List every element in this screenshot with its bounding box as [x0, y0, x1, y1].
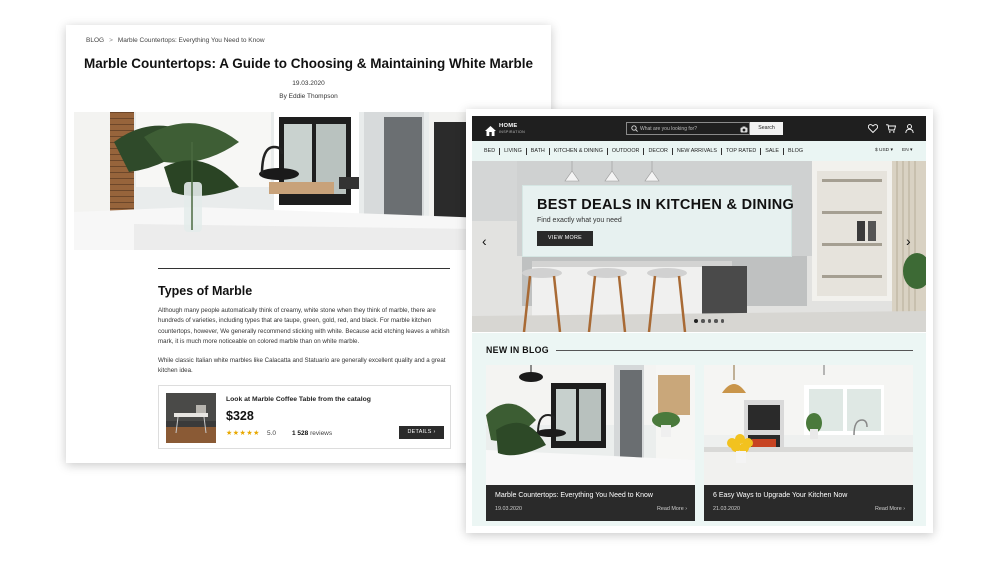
store-window: HOME INSPIRATION What are you looking fo…: [466, 109, 933, 533]
article-author: By Eddie Thompson: [279, 93, 338, 100]
article-title: Marble Countertops: A Guide to Choosing …: [84, 56, 533, 71]
blog-post-date: 21.03.2020: [713, 506, 740, 512]
product-card[interactable]: Look at Marble Coffee Table from the cat…: [158, 385, 451, 449]
read-more-link[interactable]: Read More ›: [875, 506, 905, 512]
promo-title: BEST DEALS IN KITCHEN & DINING: [537, 197, 795, 213]
promo-subtitle: Find exactly what you need: [537, 217, 622, 224]
product-thumbnail[interactable]: [166, 393, 216, 443]
breadcrumb-root-link[interactable]: BLOG: [86, 37, 104, 44]
house-logo-icon[interactable]: [485, 123, 496, 141]
promo-box: BEST DEALS IN KITCHEN & DINING Find exac…: [522, 185, 795, 257]
carousel-dots: [694, 319, 724, 323]
breadcrumb: BLOG > Marble Countertops: Everything You …: [86, 37, 265, 44]
hero-banner: ‹ › BEST DEALS IN KITCHEN & DINING Find …: [472, 161, 926, 332]
hero-prev-arrow[interactable]: ‹: [482, 233, 487, 249]
blog-post-title[interactable]: 6 Easy Ways to Upgrade Your Kitchen Now: [713, 492, 847, 499]
view-more-button[interactable]: VIEW MORE: [537, 231, 593, 246]
review-count-number: 1 528: [292, 430, 309, 437]
blog-post-card[interactable]: 6 Easy Ways to Upgrade Your Kitchen Now …: [704, 365, 913, 521]
hero-next-arrow[interactable]: ›: [906, 233, 911, 249]
nav-item-bath[interactable]: BATH: [527, 148, 550, 155]
logo-name[interactable]: HOME: [499, 123, 518, 129]
nav-item-new-arrivals[interactable]: NEW ARRIVALS: [673, 148, 722, 155]
nav-item-decor[interactable]: DECOR: [644, 148, 673, 155]
nav-item-kitchen-dining[interactable]: KITCHEN & DINING: [550, 148, 608, 155]
search-placeholder: What are you looking for?: [640, 126, 697, 132]
blog-post-card[interactable]: Marble Countertops: Everything You Need …: [486, 365, 695, 521]
product-price: $328: [226, 409, 254, 423]
blog-post-footer: Marble Countertops: Everything You Need …: [486, 485, 695, 521]
category-nav: BED LIVING BATH KITCHEN & DINING OUTDOOR…: [472, 141, 926, 161]
user-icon[interactable]: [905, 124, 914, 133]
read-more-link[interactable]: Read More ›: [657, 506, 687, 512]
search-icon: [631, 125, 638, 132]
blog-section-heading: NEW IN BLOG: [486, 345, 549, 355]
product-title-link[interactable]: Look at Marble Coffee Table from the cat…: [226, 396, 371, 403]
logo-tagline: INSPIRATION: [499, 130, 525, 134]
article-paragraph-1: Although many people automatically think…: [158, 307, 450, 346]
nav-item-top-rated[interactable]: TOP RATED: [722, 148, 762, 155]
carousel-dot-1[interactable]: [694, 319, 698, 323]
top-header: HOME INSPIRATION What are you looking fo…: [472, 116, 926, 141]
review-count-label: reviews: [310, 430, 333, 437]
nav-item-sale[interactable]: SALE: [761, 148, 785, 155]
blog-heading-rule: [556, 350, 913, 351]
search-button[interactable]: Search: [750, 122, 783, 135]
carousel-dot-5[interactable]: [720, 319, 724, 323]
nav-item-bed[interactable]: BED: [484, 148, 501, 155]
new-in-blog-section: NEW IN BLOG Marble Countertops: Everythi…: [472, 333, 926, 526]
nav-item-outdoor[interactable]: OUTDOOR: [608, 148, 645, 155]
article-paragraph-2: While classic Italian white marbles like…: [158, 357, 446, 375]
details-button-label: DETAILS: [407, 429, 432, 435]
blog-post-date: 19.03.2020: [495, 506, 522, 512]
nav-item-living[interactable]: LIVING: [500, 148, 527, 155]
blog-post-image[interactable]: [486, 365, 695, 485]
review-count: 1 528 reviews: [292, 430, 332, 437]
carousel-dot-3[interactable]: [707, 319, 711, 323]
blog-post-image[interactable]: [704, 365, 913, 485]
currency-select[interactable]: $ USD ▾: [875, 148, 893, 153]
blog-post-footer: 6 Easy Ways to Upgrade Your Kitchen Now …: [704, 485, 913, 521]
breadcrumb-separator: >: [109, 37, 113, 44]
heart-icon[interactable]: [868, 124, 878, 133]
chevron-right-icon: ›: [433, 429, 436, 435]
breadcrumb-current: Marble Countertops: Everything You Need …: [117, 37, 265, 44]
nav-item-blog[interactable]: BLOG: [784, 148, 807, 155]
section-divider: [158, 268, 450, 269]
carousel-dot-2[interactable]: [701, 319, 705, 323]
language-select[interactable]: EN ▾: [902, 148, 912, 153]
rating-stars-icon: ★★★★★: [226, 430, 260, 437]
rating-value: 5.0: [267, 430, 277, 437]
carousel-dot-4[interactable]: [714, 319, 718, 323]
section-heading: Types of Marble: [158, 284, 253, 298]
camera-icon[interactable]: [740, 126, 748, 133]
cart-icon[interactable]: [886, 124, 896, 133]
search-input[interactable]: What are you looking for?: [626, 122, 750, 135]
blog-post-title[interactable]: Marble Countertops: Everything You Need …: [495, 492, 653, 499]
article-date: 19.03.2020: [292, 80, 325, 87]
nav-menu: BED LIVING BATH KITCHEN & DINING OUTDOOR…: [484, 148, 807, 155]
details-button[interactable]: DETAILS ›: [399, 426, 444, 439]
